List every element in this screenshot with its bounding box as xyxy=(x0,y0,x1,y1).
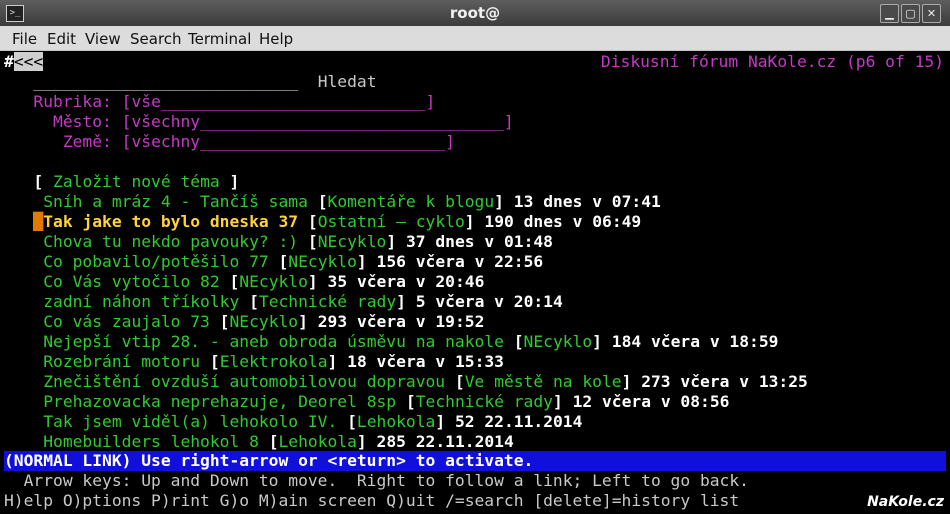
maximize-button[interactable]: ▢ xyxy=(901,4,920,23)
status-bar: (NORMAL LINK) Use right-arrow or <return… xyxy=(4,451,946,471)
new-topic-line: [ Založit nové téma ] xyxy=(4,172,239,192)
terminal-screen[interactable]: #<<< Diskusní fórum NaKole.cz (p6 of 15)… xyxy=(0,51,950,514)
window-title: root@ xyxy=(449,4,501,22)
filter-mesto: Město: [všechny_________________________… xyxy=(4,112,514,132)
topic-meta: 273 včera v 13:25 xyxy=(641,372,808,391)
filter-mesto-label: Město: xyxy=(53,112,122,131)
topic-row: Rozebrání motoru [Elektrokola] 18 včera … xyxy=(43,352,504,371)
filter-rubrika: Rubrika: [vše___________________________… xyxy=(4,92,435,112)
topic-link[interactable]: Chova tu nekdo pavouky? :) xyxy=(43,232,298,251)
back-prefix: # xyxy=(4,52,14,71)
topic-meta: 190 dnes v 06:49 xyxy=(484,212,642,231)
topic-row-selected: █Tak jake to bylo dneska 37 [Ostatní – c… xyxy=(33,212,642,231)
topic-category-link[interactable]: Ostatní – cyklo xyxy=(318,212,465,231)
minimize-button[interactable]: ▁ xyxy=(880,4,899,23)
window-titlebar: >_ root@ ▁ ▢ ✕ xyxy=(0,0,950,26)
topic-category-link[interactable]: NEcyklo xyxy=(524,332,593,351)
topic-row: Co vás zaujalo 73 [NEcyklo] 293 včera v … xyxy=(43,312,485,331)
topic-meta: 12 včera v 08:56 xyxy=(572,392,730,411)
topic-link[interactable]: Homebuilders lehokol 8 xyxy=(43,432,259,451)
topic-meta: 18 včera v 15:33 xyxy=(347,352,504,371)
back-link[interactable]: <<< xyxy=(13,52,44,71)
topic-link[interactable]: Co pobavilo/potěšilo 77 xyxy=(43,252,268,271)
topic-category-link[interactable]: Lehokola xyxy=(357,412,435,431)
topic-meta: 37 dnes v 01:48 xyxy=(405,232,553,251)
topic-link[interactable]: Co vás zaujalo 73 xyxy=(43,312,210,331)
topic-row: Homebuilders lehokol 8 [Lehokola] 285 22… xyxy=(43,432,514,451)
filter-rubrika-select[interactable]: [vše___________________________] xyxy=(122,92,436,111)
page-header: Diskusní fórum NaKole.cz (p6 of 15) xyxy=(600,52,944,71)
topic-link[interactable]: zadní náhon tříkolky xyxy=(43,292,239,311)
close-button[interactable]: ✕ xyxy=(922,4,941,23)
topic-row: zadní náhon tříkolky [Technické rady] 5 … xyxy=(43,292,563,311)
topic-category-link[interactable]: Technické rady xyxy=(416,392,553,411)
topic-meta: 35 včera v 20:46 xyxy=(327,272,485,291)
topic-row: Prehazovacka neprehazuje, Deorel 8sp [Te… xyxy=(43,392,730,411)
menu-search[interactable]: Search xyxy=(130,30,182,48)
topic-row: Chova tu nekdo pavouky? :) [NEcyklo] 37 … xyxy=(43,232,553,251)
topic-link[interactable]: Sníh a mráz 4 - Tančíš sama xyxy=(43,192,308,211)
help-line-keys: Arrow keys: Up and Down to move. Right t… xyxy=(4,471,749,490)
menu-edit[interactable]: Edit xyxy=(47,30,76,48)
topic-link[interactable]: Rozebrání motoru xyxy=(43,352,200,371)
filter-zeme-select[interactable]: [všechny_________________________] xyxy=(122,132,455,151)
topic-link[interactable]: Prehazovacka neprehazuje, Deorel 8sp xyxy=(43,392,396,411)
topic-category-link[interactable]: Technické rady xyxy=(259,292,396,311)
topic-meta: 5 včera v 20:14 xyxy=(415,292,563,311)
topic-link[interactable]: Nejepší vtip 28. - aneb obroda úsměvu na… xyxy=(43,332,504,351)
topic-meta: 293 včera v 19:52 xyxy=(317,312,485,331)
topic-row: Co Vás vytočilo 82 [NEcyklo] 35 včera v … xyxy=(43,272,485,291)
topic-row: Znečištění ovzduší automobilovou dopravo… xyxy=(43,372,808,391)
filter-mesto-select[interactable]: [všechny_______________________________] xyxy=(122,112,514,131)
topic-category-link[interactable]: NEcyklo xyxy=(239,272,308,291)
topic-row: Tak jsem viděl(a) lehokolo IV. [Lehokola… xyxy=(43,412,583,431)
nakole-watermark: NaKole.cz xyxy=(867,494,944,510)
topic-meta: 52 22.11.2014 xyxy=(454,412,583,431)
topic-category-link[interactable]: Komentáře k blogu xyxy=(328,192,495,211)
filter-zeme: Země: [všechny_________________________] xyxy=(4,132,455,152)
topic-meta: 184 včera v 18:59 xyxy=(611,332,779,351)
topic-link-selected[interactable]: Tak jake to bylo dneska 37 xyxy=(43,212,298,231)
bracket-close: ] xyxy=(219,172,240,191)
cursor-block: █ xyxy=(33,212,44,231)
search-button[interactable]: Hledat xyxy=(318,72,377,91)
topic-row: Co pobavilo/potěšilo 77 [NEcyklo] 156 vč… xyxy=(43,252,544,271)
search-line: ___________________________ Hledat xyxy=(4,72,377,92)
topic-row: Sníh a mráz 4 - Tančíš sama [Komentáře k… xyxy=(43,192,661,211)
bracket-open: [ xyxy=(33,172,54,191)
menu-terminal[interactable]: Terminal xyxy=(188,30,251,48)
search-field[interactable]: ___________________________ xyxy=(33,72,298,91)
topic-link[interactable]: Znečištění ovzduší automobilovou dopravo… xyxy=(43,372,445,391)
topic-category-link[interactable]: Ve městě na kole xyxy=(465,372,622,391)
topic-link[interactable]: Tak jsem viděl(a) lehokolo IV. xyxy=(43,412,337,431)
topic-row: Nejepší vtip 28. - aneb obroda úsměvu na… xyxy=(43,332,779,351)
topic-meta: 285 22.11.2014 xyxy=(376,432,514,451)
topic-category-link[interactable]: NEcyklo xyxy=(288,252,357,271)
menu-bar: File Edit View Search Terminal Help xyxy=(0,26,950,51)
topic-category-link[interactable]: NEcyklo xyxy=(229,312,298,331)
menu-help[interactable]: Help xyxy=(259,30,293,48)
topic-meta: 13 dnes v 07:41 xyxy=(513,192,661,211)
topic-meta: 156 včera v 22:56 xyxy=(376,252,544,271)
menu-file[interactable]: File xyxy=(12,30,37,48)
topic-category-link[interactable]: Elektrokola xyxy=(220,352,328,371)
topic-link[interactable]: Co Vás vytočilo 82 xyxy=(43,272,219,291)
filter-zeme-label: Země: xyxy=(62,132,122,151)
help-line-commands: H)elp O)ptions P)rint G)o M)ain screen Q… xyxy=(4,491,740,510)
filter-rubrika-label: Rubrika: xyxy=(33,92,122,111)
menu-view[interactable]: View xyxy=(85,30,121,48)
topic-category-link[interactable]: Lehokola xyxy=(279,432,357,451)
new-topic-link[interactable]: Založit nové téma xyxy=(53,172,220,191)
topic-category-link[interactable]: NEcyklo xyxy=(318,232,387,251)
header-line: #<<< xyxy=(4,52,44,72)
